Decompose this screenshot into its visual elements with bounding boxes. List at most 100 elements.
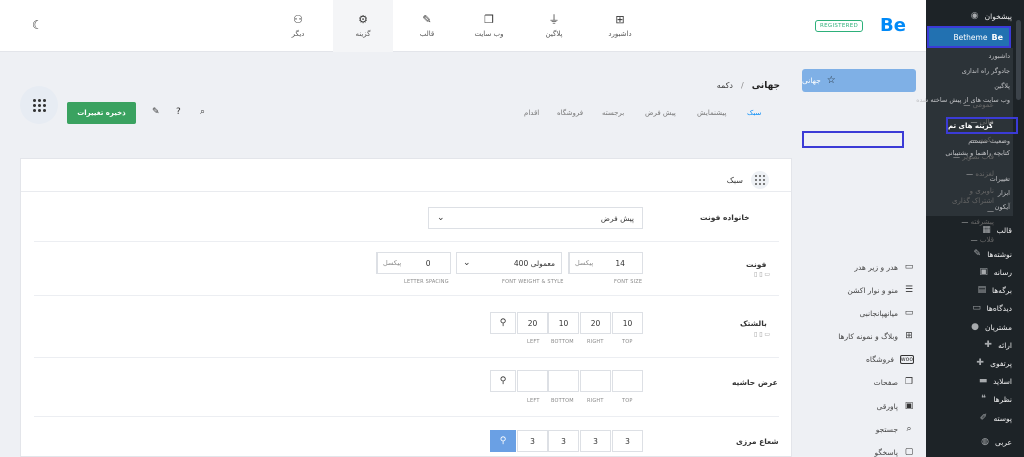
- link-values-icon[interactable]: ⚲: [490, 430, 516, 452]
- wp-menu-posts[interactable]: نوشته‌ها ✎: [972, 246, 1012, 262]
- link-values-icon[interactable]: ⚲: [490, 312, 516, 334]
- wp-menu-media[interactable]: رسانه ▣: [979, 264, 1012, 280]
- sub-option-general[interactable]: عمومی: [963, 101, 994, 109]
- topbar-websites[interactable]: ❐ وب سایت: [459, 0, 519, 52]
- menu-icon: ☰: [904, 285, 914, 295]
- wp-menu-language[interactable]: عربی ◍: [980, 434, 1012, 450]
- wp-menu-label: قالب: [996, 225, 1012, 235]
- topbar-other[interactable]: ⚇ دیگر: [268, 0, 328, 52]
- topbar-templates[interactable]: ✎ قالب: [397, 0, 457, 52]
- border-bottom[interactable]: [548, 370, 579, 392]
- wp-menu-dashboard[interactable]: پیشخوان ◉: [970, 8, 1012, 24]
- wp-submenu-item[interactable]: پلاگین: [994, 82, 1010, 90]
- sub-option-advanced-settings[interactable]: پیشرفته: [961, 218, 994, 226]
- nav-responsive[interactable]: ▢ پاسخگو: [802, 444, 914, 457]
- topbar-dashboard[interactable]: ⊞ داشبورد: [590, 0, 650, 52]
- tab-style[interactable]: سبک: [747, 109, 761, 117]
- search-icon: ⌕: [906, 424, 912, 434]
- wp-menu-slides[interactable]: اسلاید ▬: [978, 373, 1012, 389]
- dark-mode-toggle-icon[interactable]: ☾: [32, 18, 43, 32]
- letter-spacing-field[interactable]: پیکسل 0: [376, 252, 451, 274]
- padding-right[interactable]: 20: [580, 312, 611, 334]
- padding-top[interactable]: 10: [612, 312, 643, 334]
- wp-menu-label: عربی: [995, 437, 1012, 447]
- panel-title: سبک: [727, 171, 769, 189]
- radius-right[interactable]: 3: [580, 430, 611, 452]
- breadcrumb-main[interactable]: جهانی: [752, 81, 780, 91]
- border-top[interactable]: [612, 370, 643, 392]
- radius-bottom[interactable]: 3: [548, 430, 579, 452]
- sub-option-button[interactable]: دکمه: [971, 136, 994, 144]
- wp-menu-clients[interactable]: مشتریان ●: [970, 319, 1012, 335]
- sub-option-slider[interactable]: لغزنده: [966, 170, 994, 178]
- device-icons[interactable]: ▯ ▯ ▭: [754, 271, 770, 278]
- wp-menu-layouts[interactable]: پوسته ✐: [978, 410, 1012, 426]
- plugin-icon: ⏚: [548, 13, 560, 26]
- global-options-button[interactable]: ☆ جهانی: [802, 69, 916, 92]
- border-right[interactable]: [580, 370, 611, 392]
- divider: [34, 416, 779, 417]
- wp-menu-label: نوشته‌ها: [987, 249, 1012, 259]
- search-icon[interactable]: ⌕: [200, 107, 205, 117]
- topbar-options[interactable]: ⚙ گزینه: [333, 0, 393, 52]
- padding-bottom[interactable]: 10: [548, 312, 579, 334]
- tab-highlight[interactable]: برجسته: [602, 109, 624, 117]
- topbar-label: پلاگین: [545, 30, 563, 38]
- font-family-select[interactable]: ⌄ پیش فرض: [428, 207, 643, 229]
- topbar-plugins[interactable]: ⏚ پلاگین: [524, 0, 584, 52]
- tab-default[interactable]: پیش فرض: [645, 109, 676, 117]
- letter-spacing-value[interactable]: 0: [406, 259, 450, 268]
- nav-blog-portfolio[interactable]: ⊞ وبلاگ و نمونه کارها: [802, 328, 914, 344]
- padding-left[interactable]: 20: [517, 312, 548, 334]
- wp-menu-label: پیشخوان: [984, 11, 1012, 21]
- comments-icon: ▭: [972, 303, 981, 313]
- nav-footer[interactable]: ▣ پاورقی: [802, 398, 914, 414]
- layout-icon: ⊞: [615, 13, 625, 26]
- wp-menu-comments[interactable]: دیدگاه‌ها ▭: [972, 300, 1012, 316]
- wp-submenu-item[interactable]: آیکون: [995, 203, 1010, 211]
- chevron-down-icon: ⌄: [463, 258, 471, 268]
- nav-shop[interactable]: woo فروشگاه: [802, 351, 914, 367]
- divider: [34, 241, 779, 242]
- wp-menu-offers[interactable]: ارائه ✚: [983, 337, 1012, 353]
- wp-sidebar-scrollbar[interactable]: [1013, 0, 1024, 457]
- wp-menu-label: Betheme: [953, 32, 988, 42]
- wp-menu-betheme[interactable]: Betheme Be: [927, 26, 1011, 48]
- caption-left: LEFT: [527, 339, 540, 345]
- sub-option-navigation-sharing[interactable]: ناوبری و اشتراک گذاری: [946, 186, 994, 216]
- tab-shop[interactable]: فروشگاه: [557, 109, 583, 117]
- link-values-icon[interactable]: ⚲: [490, 370, 516, 392]
- font-weight-select[interactable]: ⌄ 400 معمولی: [456, 252, 562, 274]
- notes-icon[interactable]: ✎: [152, 107, 160, 117]
- radius-left[interactable]: 3: [517, 430, 548, 452]
- wp-submenu-item[interactable]: جادوگر راه اندازی: [962, 67, 1010, 75]
- wp-menu-pages[interactable]: برگه‌ها ▤: [977, 282, 1012, 298]
- wp-menu-label: پرتفوی: [990, 358, 1012, 368]
- font-size-value[interactable]: 14: [598, 259, 642, 268]
- unit-select[interactable]: پیکسل: [569, 253, 598, 273]
- border-left[interactable]: [517, 370, 548, 392]
- sub-option-image-frame[interactable]: قاب تصویر: [953, 153, 994, 161]
- nav-sidebars[interactable]: ▭ میانهپانجانبی: [802, 305, 914, 321]
- wp-menu-testimonials[interactable]: نظرها ❝: [978, 391, 1012, 407]
- tab-preview[interactable]: پیشنمایش: [697, 109, 726, 117]
- sub-option-advanced[interactable]: عالی: [970, 118, 994, 126]
- unit-select[interactable]: پیکسل: [377, 253, 406, 273]
- slides-icon: ▬: [978, 376, 988, 386]
- wp-menu-portfolio[interactable]: پرتفوی ✚: [975, 355, 1012, 371]
- nav-search[interactable]: ⌕ جستجو: [802, 421, 914, 437]
- nav-menu-action-bar[interactable]: ☰ منو و نوار اکشن: [802, 282, 914, 298]
- tab-action[interactable]: اقدام: [524, 109, 539, 117]
- breadcrumb-separator: /: [741, 81, 744, 90]
- nav-header-subheader[interactable]: ▭ هدر و زیر هدر: [802, 259, 914, 275]
- radius-top[interactable]: 3: [612, 430, 643, 452]
- wp-submenu-item[interactable]: داشبورد: [989, 52, 1011, 60]
- save-changes-button[interactable]: ذخیره تغییرات: [67, 102, 136, 124]
- sub-option-hooks[interactable]: قلاب: [971, 236, 994, 244]
- apps-menu-button[interactable]: [20, 86, 58, 124]
- wp-submenu-item[interactable]: ابزار: [998, 189, 1010, 197]
- device-icons[interactable]: ▯ ▯ ▭: [754, 331, 770, 338]
- font-size-field[interactable]: پیکسل 14: [568, 252, 643, 274]
- nav-pages[interactable]: ❐ صفحات: [802, 374, 914, 390]
- help-icon[interactable]: ?: [176, 107, 181, 117]
